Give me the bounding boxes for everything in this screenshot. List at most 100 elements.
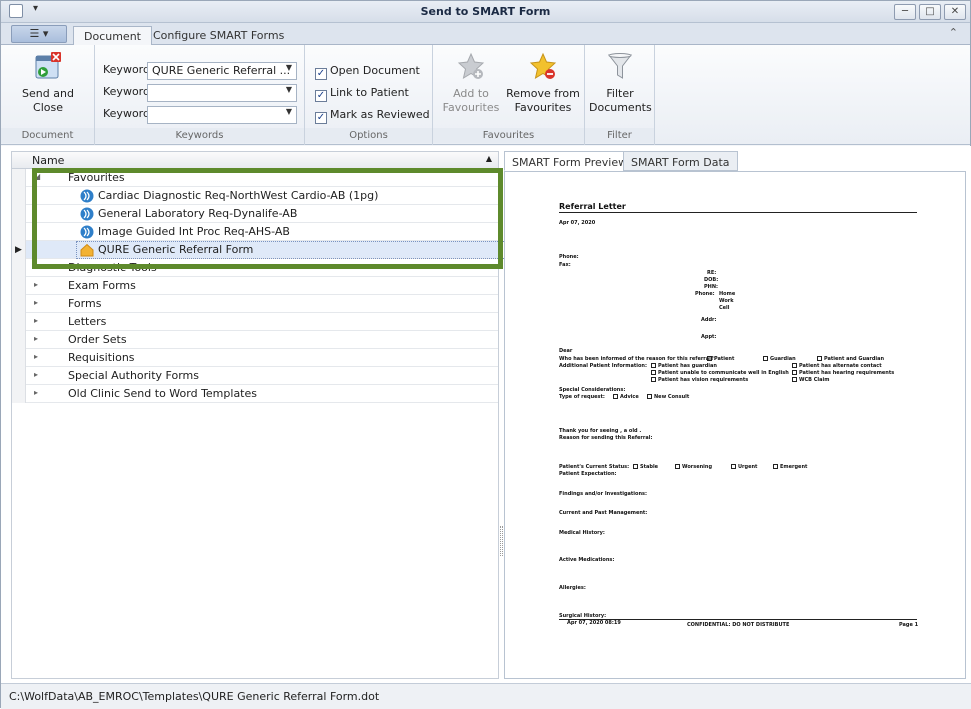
checkmark-icon: ✓ xyxy=(315,90,327,102)
chevron-down-icon: ▼ xyxy=(285,107,292,116)
send-close-label-1: Send and xyxy=(22,87,74,100)
expand-arrow-icon[interactable]: ▸ xyxy=(34,334,38,343)
row-indicator xyxy=(12,349,26,367)
doc-footer-date: Apr 07, 2020 08:19 xyxy=(567,620,621,626)
keyword-label-3: Keyword xyxy=(103,107,150,120)
doc-alt-contact-label: Patient has alternate contact xyxy=(799,363,882,369)
tree-row-category[interactable]: ▸ Old Clinic Send to Word Templates xyxy=(12,385,498,403)
doc-wcb: WCB Claim xyxy=(792,377,829,383)
expand-arrow-icon[interactable]: ▸ xyxy=(34,352,38,361)
doc-newconsult: New Consult xyxy=(647,394,689,400)
category-label: Requisitions xyxy=(68,351,135,364)
category-label: Order Sets xyxy=(68,333,127,346)
row-indicator xyxy=(12,277,26,295)
application-menu-button[interactable]: ☰ ▾ xyxy=(11,25,67,43)
doc-dear: Dear xyxy=(559,348,573,354)
expand-arrow-icon[interactable]: ▸ xyxy=(34,280,38,289)
open-document-label: Open Document xyxy=(330,64,420,77)
tab-smart-form-data[interactable]: SMART Form Data xyxy=(623,151,738,171)
keyword-combo-2[interactable]: ▼ xyxy=(147,84,297,102)
doc-type: Type of request: xyxy=(559,394,605,400)
preview-panel: SMART Form Preview SMART Form Data Refer… xyxy=(504,151,966,679)
checkbox-icon xyxy=(773,464,778,469)
checkbox-icon xyxy=(792,370,797,375)
doc-vision: Patient has vision requirements xyxy=(651,377,748,383)
favourites-highlight-box xyxy=(32,168,503,269)
mark-as-reviewed-checkbox[interactable]: ✓ Mark as Reviewed xyxy=(315,108,430,124)
tab-smart-form-preview[interactable]: SMART Form Preview xyxy=(504,151,636,171)
send-to-smart-form-window: ▾ Send to SMART Form ─ □ ✕ ☰ ▾ Document … xyxy=(0,0,971,709)
checkbox-icon xyxy=(731,464,736,469)
doc-guardian-option: Guardian xyxy=(763,356,796,362)
checkbox-icon xyxy=(675,464,680,469)
doc-thanks: Thank you for seeing , a old . xyxy=(559,428,642,434)
tab-document[interactable]: Document xyxy=(73,26,152,45)
ribbon: Send and Close Document Keyword QURE Gen… xyxy=(1,45,970,145)
doc-urgent-label: Urgent xyxy=(738,464,758,470)
maximize-button[interactable]: □ xyxy=(919,4,941,20)
group-options: ✓ Open Document ✓ Link to Patient ✓ Mark as… xyxy=(305,45,433,145)
checkmark-icon: ✓ xyxy=(315,112,327,124)
row-indicator xyxy=(12,385,26,403)
expand-arrow-icon[interactable]: ▸ xyxy=(34,316,38,325)
name-column-header[interactable]: Name ▲ xyxy=(12,152,498,169)
tree-row-category[interactable]: ▸ Requisitions xyxy=(12,349,498,367)
doc-phone2: Phone: xyxy=(695,291,715,297)
add-fav-label-1: Add to xyxy=(453,87,489,100)
filter-docs-label-2: Documents xyxy=(589,101,652,114)
category-label: Exam Forms xyxy=(68,279,136,292)
tree-row-category[interactable]: ▸ Order Sets xyxy=(12,331,498,349)
minimize-button[interactable]: ─ xyxy=(894,4,916,20)
doc-alt-contact: Patient has alternate contact xyxy=(792,363,882,369)
ribbon-collapse-icon[interactable]: ⌃ xyxy=(949,26,958,39)
row-indicator xyxy=(12,367,26,385)
row-indicator xyxy=(12,169,26,187)
star-remove-icon xyxy=(529,52,557,80)
tree-row-category[interactable]: ▸ Exam Forms xyxy=(12,277,498,295)
keyword-combo-1[interactable]: QURE Generic Referral ... ▼ xyxy=(147,62,297,80)
doc-hearing: Patient has hearing requirements xyxy=(792,370,894,376)
doc-work: Work xyxy=(719,298,734,304)
close-button[interactable]: ✕ xyxy=(944,4,966,20)
category-label: Old Clinic Send to Word Templates xyxy=(68,387,257,400)
row-indicator xyxy=(12,331,26,349)
group-label-favourites: Favourites xyxy=(433,128,584,143)
filter-documents-button[interactable]: Filter Documents xyxy=(589,51,652,115)
category-label: Letters xyxy=(68,315,107,328)
row-indicator xyxy=(12,295,26,313)
doc-title-rule xyxy=(559,212,917,213)
tree-row-category[interactable]: ▸ Forms xyxy=(12,295,498,313)
add-to-favourites-button[interactable]: Add to Favourites xyxy=(441,51,501,115)
doc-advice-label: Advice xyxy=(620,394,639,400)
doc-wcb-label: WCB Claim xyxy=(799,377,830,383)
doc-home: Home xyxy=(719,291,736,297)
link-to-patient-label: Link to Patient xyxy=(330,86,409,99)
panel-splitter-handle[interactable] xyxy=(500,526,503,556)
group-label-options: Options xyxy=(305,128,432,143)
doc-unable: Patient unable to communicate well in En… xyxy=(651,370,789,376)
tab-configure-smart-forms[interactable]: Configure SMART Forms xyxy=(143,26,294,45)
checkbox-icon xyxy=(651,370,656,375)
template-path: C:\WolfData\AB_EMROC\Templates\QURE Gene… xyxy=(9,690,380,703)
doc-worsening: Worsening xyxy=(675,464,712,470)
open-document-checkbox[interactable]: ✓ Open Document xyxy=(315,64,420,80)
doc-appt: Appt: xyxy=(701,334,717,340)
remove-from-favourites-button[interactable]: Remove from Favourites xyxy=(505,51,581,115)
expand-arrow-icon[interactable]: ▸ xyxy=(34,298,38,307)
tree-row-category[interactable]: ▸ Special Authority Forms xyxy=(12,367,498,385)
expand-arrow-icon[interactable]: ▸ xyxy=(34,370,38,379)
doc-patient-guardian-label: Patient and Guardian xyxy=(824,356,885,362)
link-to-patient-checkbox[interactable]: ✓ Link to Patient xyxy=(315,86,409,102)
tree-row-category[interactable]: ▸ Letters xyxy=(12,313,498,331)
window-title: Send to SMART Form xyxy=(420,5,551,18)
expand-arrow-icon[interactable]: ▸ xyxy=(34,388,38,397)
doc-status: Patient's Current Status: xyxy=(559,464,630,470)
remove-fav-label-1: Remove from xyxy=(506,87,580,100)
doc-medical: Medical History: xyxy=(559,530,605,536)
doc-patient-option: Patient xyxy=(707,356,734,362)
group-label-document: Document xyxy=(1,128,94,143)
keyword-combo-3[interactable]: ▼ xyxy=(147,106,297,124)
chevron-down-icon: ▼ xyxy=(285,85,292,94)
checkbox-icon xyxy=(647,394,652,399)
send-and-close-button[interactable]: Send and Close xyxy=(13,51,83,115)
